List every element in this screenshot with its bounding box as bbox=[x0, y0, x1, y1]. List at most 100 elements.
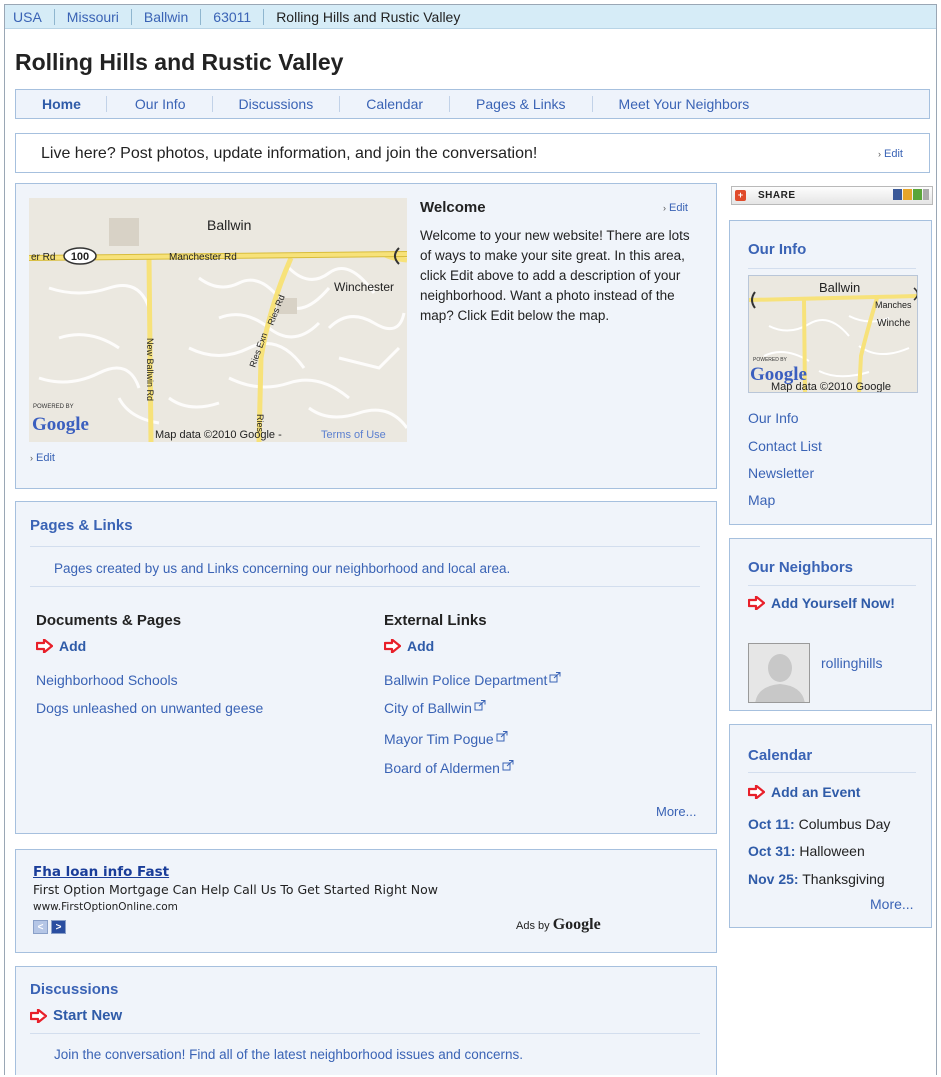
map-terms-link[interactable]: Terms of Use bbox=[321, 429, 386, 441]
member-link[interactable]: rollinghills bbox=[821, 655, 882, 671]
external-link-label: City of Ballwin bbox=[384, 700, 472, 716]
document-link[interactable]: Dogs unleashed on unwanted geese bbox=[36, 700, 263, 716]
calendar-more-link[interactable]: More... bbox=[870, 896, 914, 912]
more-icon bbox=[923, 189, 929, 200]
banner-edit-link[interactable]: › Edit bbox=[878, 148, 903, 160]
breadcrumb-ballwin[interactable]: Ballwin bbox=[132, 8, 202, 25]
external-link-label: Ballwin Police Department bbox=[384, 672, 548, 688]
our-neighbors-title: Our Neighbors bbox=[748, 559, 854, 576]
add-external-link-label: Add bbox=[407, 638, 435, 654]
share-button[interactable]: + SHARE bbox=[731, 186, 933, 205]
event-date: Nov 25: bbox=[748, 871, 799, 887]
welcome-edit-label: Edit bbox=[669, 202, 688, 214]
event-name: Columbus Day bbox=[798, 816, 891, 832]
add-yourself-button[interactable]: Add Yourself Now! bbox=[748, 595, 895, 611]
ad-prev-button[interactable]: < bbox=[33, 920, 48, 934]
discussions-title: Discussions bbox=[30, 981, 119, 998]
pages-more-link[interactable]: More... bbox=[656, 804, 696, 819]
breadcrumb-usa[interactable]: USA bbox=[5, 8, 55, 25]
map-powered-by: POWERED BY bbox=[33, 404, 74, 410]
red-arrow-icon bbox=[748, 596, 765, 610]
calendar-event[interactable]: Oct 11: Columbus Day bbox=[748, 816, 890, 832]
start-discussion-button[interactable]: Start New bbox=[30, 1007, 122, 1024]
add-event-button[interactable]: Add an Event bbox=[748, 784, 860, 800]
map-road-main-label: Manchester Rd bbox=[169, 252, 237, 263]
map-city-label: Ballwin bbox=[207, 217, 251, 233]
external-link-icon bbox=[502, 760, 514, 771]
nav-discussions[interactable]: Discussions bbox=[213, 96, 341, 112]
external-link[interactable]: Mayor Tim Pogue bbox=[384, 731, 508, 747]
ad-url: www.FirstOptionOnline.com bbox=[33, 901, 178, 913]
nav-pages-links[interactable]: Pages & Links bbox=[450, 96, 593, 112]
discussions-description: Join the conversation! Find all of the l… bbox=[54, 1047, 524, 1062]
discussions-panel: Discussions Start New Join the conversat… bbox=[15, 966, 717, 1075]
person-silhouette-icon bbox=[749, 644, 809, 702]
welcome-title: Welcome bbox=[420, 199, 486, 216]
main-nav: Home Our Info Discussions Calendar Pages… bbox=[15, 89, 930, 119]
map-edit-link[interactable]: › Edit bbox=[30, 452, 55, 464]
calendar-title: Calendar bbox=[748, 747, 813, 764]
divider bbox=[30, 546, 700, 547]
red-arrow-icon bbox=[30, 1008, 47, 1023]
avatar[interactable] bbox=[748, 643, 810, 703]
breadcrumb-missouri[interactable]: Missouri bbox=[55, 8, 132, 25]
event-name: Halloween bbox=[799, 843, 865, 859]
banner-edit-label: Edit bbox=[884, 148, 903, 160]
chevron-left-icon: < bbox=[37, 921, 44, 933]
our-info-map[interactable]: Ballwin Manches Winche POWERED BY Google… bbox=[748, 275, 918, 393]
sidebar-contact-list-link[interactable]: Contact List bbox=[748, 438, 822, 454]
sidebar-map-link[interactable]: Map bbox=[748, 492, 775, 508]
external-link-icon bbox=[549, 672, 561, 683]
welcome-panel: 100 Ballwin er Rd Manchester Rd Winchest… bbox=[15, 183, 717, 489]
external-link[interactable]: Board of Aldermen bbox=[384, 760, 514, 776]
mini-map-copyright: Map data ©2010 Google bbox=[771, 381, 891, 393]
ad-next-button[interactable]: > bbox=[51, 920, 66, 934]
ad-title-link[interactable]: Fha loan info Fast bbox=[33, 864, 169, 880]
external-link[interactable]: City of Ballwin bbox=[384, 700, 486, 716]
start-discussion-label: Start New bbox=[53, 1007, 123, 1024]
red-arrow-icon bbox=[384, 639, 401, 653]
digg-icon bbox=[913, 189, 922, 200]
nav-calendar[interactable]: Calendar bbox=[340, 96, 451, 112]
calendar-event[interactable]: Nov 25: Thanksgiving bbox=[748, 871, 885, 887]
breadcrumb-zip[interactable]: 63011 bbox=[201, 8, 265, 25]
external-link[interactable]: Ballwin Police Department bbox=[384, 672, 561, 688]
ad-panel: Fha loan info Fast First Option Mortgage… bbox=[15, 849, 717, 953]
map-edit-label: Edit bbox=[36, 452, 55, 464]
nav-home[interactable]: Home bbox=[16, 96, 107, 112]
caret-icon: › bbox=[30, 453, 33, 463]
divider bbox=[30, 1033, 700, 1034]
sidebar-newsletter-link[interactable]: Newsletter bbox=[748, 465, 814, 481]
divider bbox=[30, 586, 700, 587]
our-info-panel: Our Info Ballwin Manches Winche POWERED … bbox=[729, 220, 932, 525]
external-link-label: Board of Aldermen bbox=[384, 760, 500, 776]
join-banner-text: Live here? Post photos, update informati… bbox=[41, 145, 538, 162]
document-link[interactable]: Neighborhood Schools bbox=[36, 672, 178, 688]
sidebar-our-info-link[interactable]: Our Info bbox=[748, 410, 799, 426]
welcome-edit-link[interactable]: › Edit bbox=[663, 202, 688, 214]
join-banner: Live here? Post photos, update informati… bbox=[15, 133, 930, 173]
page-title: Rolling Hills and Rustic Valley bbox=[15, 49, 344, 75]
divider bbox=[748, 772, 916, 773]
red-arrow-icon bbox=[748, 785, 765, 799]
add-document-button[interactable]: Add bbox=[36, 638, 86, 654]
neighborhood-map[interactable]: 100 Ballwin er Rd Manchester Rd Winchest… bbox=[29, 198, 407, 442]
divider bbox=[748, 268, 916, 269]
our-info-title: Our Info bbox=[748, 241, 807, 258]
documents-title: Documents & Pages bbox=[36, 612, 182, 629]
nav-our-info[interactable]: Our Info bbox=[107, 96, 213, 112]
ads-by-google[interactable]: Ads by Google bbox=[516, 916, 601, 934]
caret-icon: › bbox=[878, 149, 882, 159]
pages-links-description: Pages created by us and Links concerning… bbox=[54, 561, 511, 576]
map-street-new-ballwin: New Ballwin Rd bbox=[145, 338, 155, 401]
our-neighbors-panel: Our Neighbors Add Yourself Now! rollingh… bbox=[729, 538, 932, 711]
bookmark-icon bbox=[903, 189, 912, 200]
mini-map-road: Manches bbox=[875, 300, 912, 310]
external-link-icon bbox=[474, 700, 486, 711]
add-external-link-button[interactable]: Add bbox=[384, 638, 434, 654]
map-road-left-label: er Rd bbox=[31, 252, 55, 263]
calendar-event[interactable]: Oct 31: Halloween bbox=[748, 843, 865, 859]
google-logo: Google bbox=[32, 414, 89, 435]
pages-links-title: Pages & Links bbox=[30, 517, 133, 534]
nav-meet-neighbors[interactable]: Meet Your Neighbors bbox=[593, 96, 772, 112]
